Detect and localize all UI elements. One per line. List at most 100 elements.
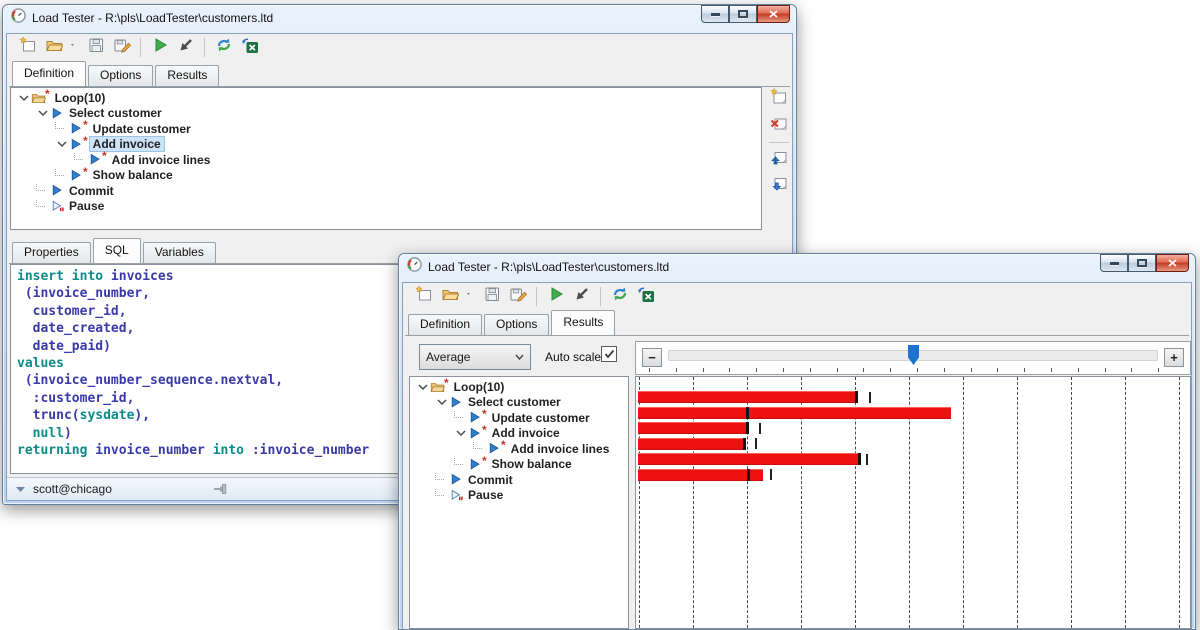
maximize-icon [1137, 259, 1147, 267]
move-item-down-button[interactable] [768, 175, 790, 196]
modified-asterisk: * [83, 165, 88, 179]
minimize-button[interactable] [701, 5, 729, 23]
save-button[interactable] [480, 285, 503, 308]
expander-chevron-icon[interactable] [17, 91, 30, 104]
definition-tree: *Loop(10)Select customer*Update customer… [10, 87, 762, 230]
toolbar [7, 34, 792, 61]
refresh-button[interactable] [608, 285, 631, 308]
tab-sql[interactable]: SQL [93, 238, 141, 263]
new-document-button[interactable] [16, 36, 39, 59]
titlebar[interactable]: Load Tester - R:\pls\LoadTester\customer… [399, 254, 1195, 279]
export-excel-button[interactable] [634, 285, 657, 308]
zoom-in-button[interactable]: + [1164, 348, 1184, 367]
tree-item-commit[interactable]: Commit [410, 472, 628, 488]
tree-item-pause[interactable]: Pause [410, 488, 628, 504]
tree-item-add-invoice[interactable]: *Add invoice [11, 137, 761, 153]
modified-asterisk: * [444, 376, 449, 390]
open-file-icon [45, 36, 63, 59]
tab-definition[interactable]: Definition [12, 61, 86, 86]
zoom-out-button[interactable]: − [642, 348, 662, 367]
titlebar[interactable]: Load Tester - R:\pls\LoadTester\customer… [3, 5, 796, 30]
tree-connector [55, 169, 64, 176]
delete-item-button[interactable] [768, 115, 790, 136]
close-button[interactable] [1156, 254, 1189, 272]
tree-item-pause[interactable]: Pause [11, 199, 761, 215]
toolbar [403, 283, 1191, 310]
auto-scale-checkbox[interactable] [601, 346, 617, 362]
tree-connector [55, 122, 64, 129]
save-as-button[interactable] [110, 36, 133, 59]
run-button[interactable] [544, 285, 567, 308]
tree-item-label: Add invoice lines [508, 442, 613, 456]
statement-icon [448, 472, 465, 487]
statement-icon [49, 106, 66, 121]
maximize-button[interactable] [729, 5, 757, 23]
open-dropdown-button[interactable] [68, 36, 81, 59]
stop-button[interactable] [570, 285, 593, 308]
tree-item-add-invoice-lines[interactable]: *Add invoice lines [410, 441, 628, 457]
tree-item-commit[interactable]: Commit [11, 183, 761, 199]
open-file-button[interactable] [42, 36, 65, 59]
toolbar-separator [536, 287, 537, 306]
tree-item-show-balance[interactable]: *Show balance [410, 457, 628, 473]
save-as-button[interactable] [506, 285, 529, 308]
open-file-button[interactable] [438, 285, 461, 308]
open-dropdown-button[interactable] [464, 285, 477, 308]
result-bar-add-invoice [638, 422, 749, 434]
export-excel-button[interactable] [238, 36, 261, 59]
run-icon [547, 285, 565, 308]
tree-connector [435, 473, 444, 480]
tree-connector [36, 200, 45, 207]
window-title: Load Tester - R:\pls\LoadTester\customer… [428, 260, 1094, 274]
tab-variables[interactable]: Variables [143, 242, 216, 263]
tab-properties[interactable]: Properties [12, 242, 91, 263]
tree-item-loop-10[interactable]: *Loop(10) [11, 90, 761, 106]
gridline [1125, 377, 1126, 628]
tree-item-add-invoice[interactable]: *Add invoice [410, 426, 628, 442]
slider-tick [944, 368, 945, 372]
aggregate-value: Average [426, 350, 470, 364]
tree-item-add-invoice-lines[interactable]: *Add invoice lines [11, 152, 761, 168]
toolbar-separator [204, 38, 205, 57]
tab-results[interactable]: Results [551, 310, 615, 335]
stop-button[interactable] [174, 36, 197, 59]
aggregate-select[interactable]: Average [419, 344, 531, 370]
export-excel-icon [241, 36, 259, 59]
expander-chevron-icon[interactable] [36, 107, 49, 120]
refresh-icon [611, 285, 629, 308]
tree-item-show-balance[interactable]: *Show balance [11, 168, 761, 184]
tree-item-loop-10[interactable]: *Loop(10) [410, 379, 628, 395]
tree-item-label: Commit [66, 184, 117, 198]
run-button[interactable] [148, 36, 171, 59]
tree-item-select-customer[interactable]: Select customer [410, 395, 628, 411]
pin-icon[interactable] [214, 482, 230, 499]
tab-options[interactable]: Options [484, 314, 549, 335]
save-button[interactable] [84, 36, 107, 59]
slider-thumb[interactable] [908, 345, 919, 365]
result-bar-select-customer [638, 391, 858, 403]
save-icon [87, 36, 105, 59]
connection-label: scott@chicago [33, 482, 112, 496]
new-document-button[interactable] [412, 285, 435, 308]
expander-chevron-icon[interactable] [416, 380, 429, 393]
tree-connector [454, 458, 463, 465]
status-expand-icon[interactable] [16, 486, 25, 493]
open-file-icon [441, 285, 459, 308]
tab-options[interactable]: Options [88, 65, 153, 86]
expander-chevron-icon[interactable] [55, 138, 68, 151]
refresh-button[interactable] [212, 36, 235, 59]
minimize-button[interactable] [1100, 254, 1128, 272]
tab-definition[interactable]: Definition [408, 314, 482, 335]
move-item-up-button[interactable] [768, 149, 790, 170]
tree-item-select-customer[interactable]: Select customer [11, 106, 761, 122]
minimize-icon [711, 13, 720, 16]
tree-item-update-customer[interactable]: *Update customer [410, 410, 628, 426]
expander-chevron-icon[interactable] [454, 427, 467, 440]
close-button[interactable] [757, 5, 790, 23]
maximize-button[interactable] [1128, 254, 1156, 272]
tree-item-update-customer[interactable]: *Update customer [11, 121, 761, 137]
expander-chevron-icon[interactable] [435, 396, 448, 409]
add-item-button[interactable] [768, 89, 790, 110]
tab-results[interactable]: Results [155, 65, 219, 86]
tree-side-buttons [764, 89, 794, 201]
